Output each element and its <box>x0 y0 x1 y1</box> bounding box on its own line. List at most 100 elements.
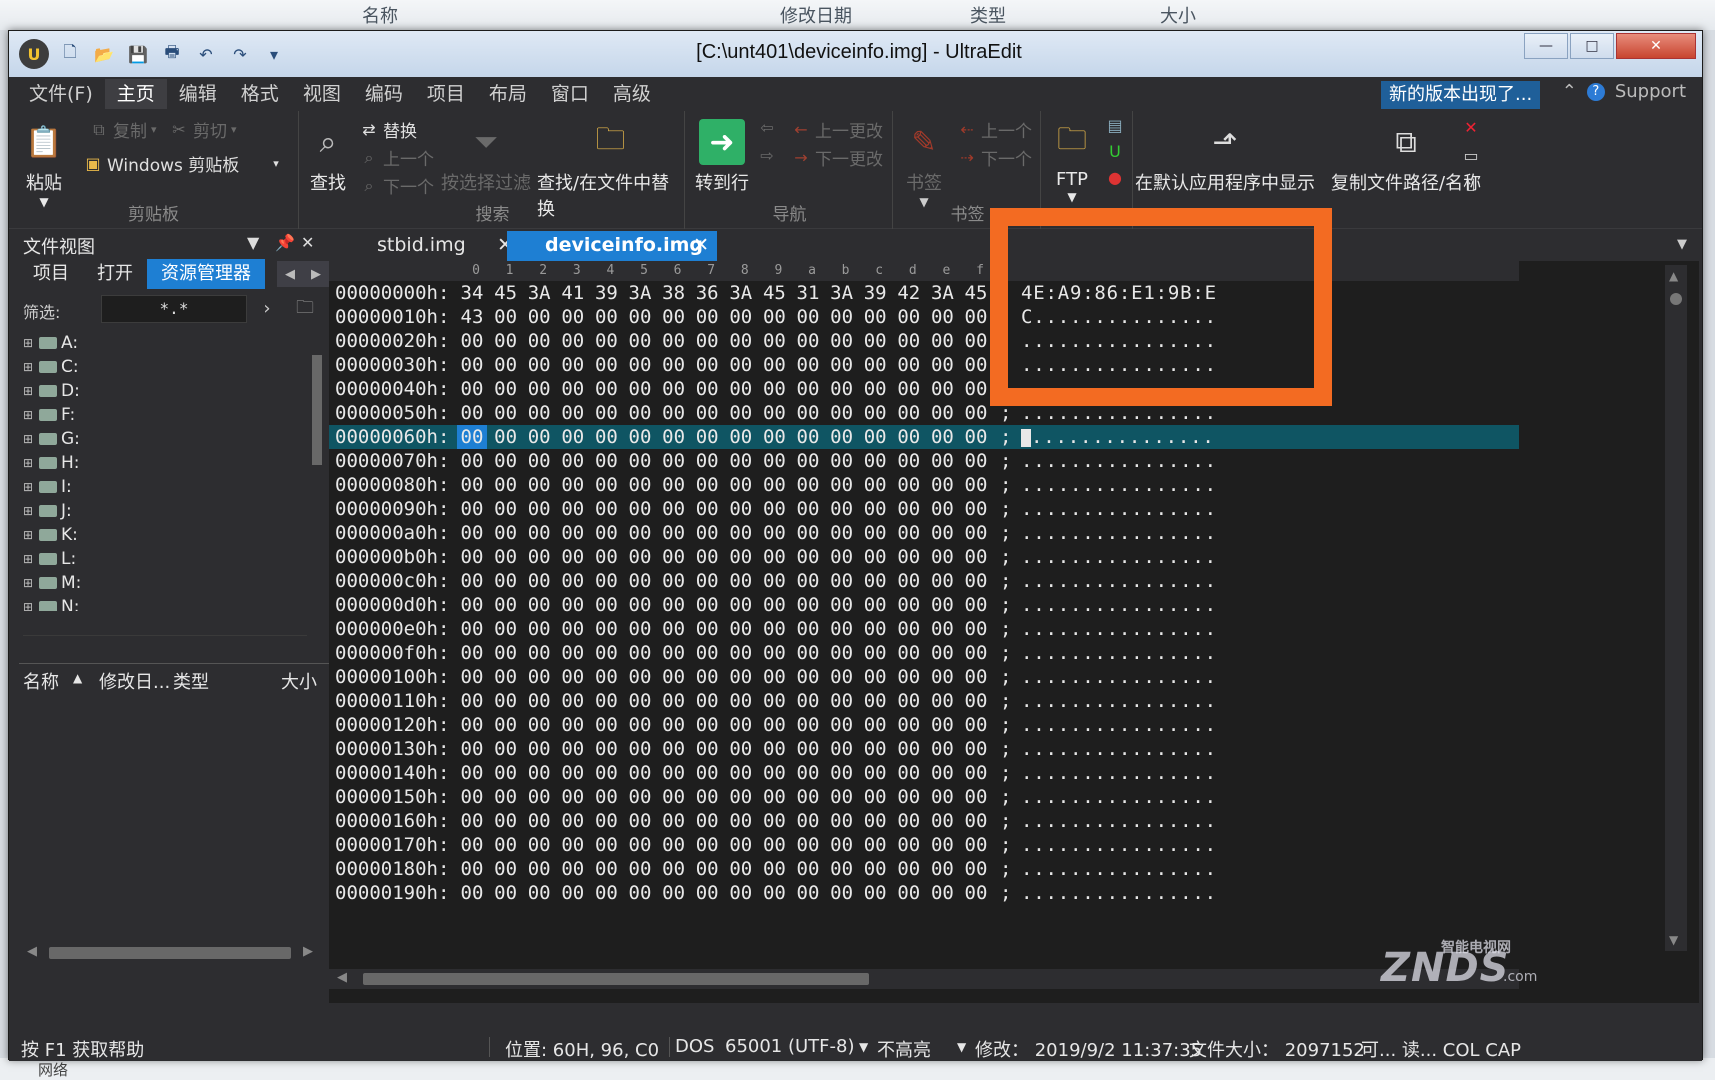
hex-byte[interactable]: 00 <box>860 761 890 785</box>
hex-byte[interactable]: 00 <box>591 473 621 497</box>
hex-row[interactable]: 00000180h: 00 00 00 00 00 00 00 00 00 00 00 00 00 00 00… <box>329 857 1519 881</box>
hex-byte[interactable]: 00 <box>726 641 756 665</box>
hex-byte[interactable]: 00 <box>491 377 521 401</box>
hex-ascii[interactable]: 4E:A9:86:E1:9B:E <box>1021 281 1217 305</box>
hex-ascii[interactable]: ................ <box>1021 569 1217 593</box>
hex-byte[interactable]: 00 <box>625 449 655 473</box>
collapse-ribbon-icon[interactable]: ⌃ <box>1562 81 1577 102</box>
expand-icon[interactable]: ⊞ <box>23 576 35 590</box>
hex-byte[interactable]: 00 <box>827 449 857 473</box>
hex-byte[interactable]: 00 <box>759 617 789 641</box>
print-icon[interactable]: 🖶 <box>159 41 185 67</box>
hex-byte[interactable]: 00 <box>659 689 689 713</box>
hex-row[interactable]: 00000000h: 34 45 3A 41 39 3A 38 36 3A 45 31 3A 39 42 3A… <box>329 281 1519 305</box>
hex-byte[interactable]: 00 <box>793 449 823 473</box>
hex-byte[interactable]: 00 <box>961 713 991 737</box>
tab-open[interactable]: 打开 <box>83 259 147 289</box>
hex-byte[interactable]: 00 <box>827 569 857 593</box>
hex-byte[interactable]: 00 <box>524 521 554 545</box>
hex-byte[interactable]: 00 <box>726 497 756 521</box>
hex-byte[interactable]: 00 <box>491 425 521 449</box>
hex-ascii[interactable]: ................ <box>1021 401 1217 425</box>
hex-row[interactable]: 000000b0h: 00 00 00 00 00 00 00 00 00 00 00 00 00 00 00… <box>329 545 1519 569</box>
hex-ascii[interactable]: ................ <box>1021 545 1217 569</box>
hex-byte[interactable]: 00 <box>659 449 689 473</box>
hex-ascii[interactable]: ................ <box>1021 737 1217 761</box>
drive-item[interactable]: ⊞ H: <box>19 451 309 475</box>
menu-layout[interactable]: 布局 <box>477 79 539 109</box>
next-bookmark-button[interactable]: ⇢ 下一个 <box>957 145 1032 170</box>
hex-byte[interactable]: 00 <box>726 689 756 713</box>
hex-byte[interactable]: 00 <box>491 449 521 473</box>
hex-byte[interactable]: 00 <box>524 353 554 377</box>
hex-byte[interactable]: 00 <box>625 809 655 833</box>
hex-byte[interactable]: 00 <box>793 473 823 497</box>
hex-byte[interactable]: 00 <box>692 737 722 761</box>
hex-byte[interactable]: 00 <box>827 785 857 809</box>
status-line-ending[interactable]: DOS <box>675 1036 714 1057</box>
hex-byte[interactable]: 00 <box>894 401 924 425</box>
hex-byte[interactable]: 00 <box>961 617 991 641</box>
hex-row[interactable]: 00000130h: 00 00 00 00 00 00 00 00 00 00 00 00 00 00 00… <box>329 737 1519 761</box>
hex-byte[interactable]: 00 <box>491 593 521 617</box>
redo-icon[interactable]: ↷ <box>227 41 253 67</box>
hex-byte[interactable]: 00 <box>793 761 823 785</box>
hex-byte[interactable]: 00 <box>860 641 890 665</box>
hex-byte[interactable]: 00 <box>961 593 991 617</box>
hex-byte[interactable]: 00 <box>457 785 487 809</box>
hex-byte[interactable]: 00 <box>524 809 554 833</box>
hex-row[interactable]: 00000030h: 00 00 00 00 00 00 00 00 00 00 00 00 00 00 00… <box>329 353 1519 377</box>
hex-byte[interactable]: 00 <box>591 689 621 713</box>
hex-byte[interactable]: 41 <box>558 281 588 305</box>
drive-item[interactable]: ⊞ C: <box>19 355 309 379</box>
hex-byte[interactable]: 00 <box>759 569 789 593</box>
hex-byte[interactable]: 00 <box>524 833 554 857</box>
hex-byte[interactable]: 00 <box>659 305 689 329</box>
hex-byte[interactable]: 00 <box>860 305 890 329</box>
hex-byte[interactable]: 00 <box>759 329 789 353</box>
hex-byte[interactable]: 00 <box>491 641 521 665</box>
hex-byte[interactable]: 00 <box>625 353 655 377</box>
hex-byte[interactable]: 00 <box>860 545 890 569</box>
save-icon[interactable]: 💾 <box>125 41 151 67</box>
hex-byte[interactable]: 00 <box>827 857 857 881</box>
hex-byte[interactable]: 00 <box>759 737 789 761</box>
hex-byte[interactable]: 00 <box>894 737 924 761</box>
hex-byte[interactable]: 00 <box>591 545 621 569</box>
hex-byte[interactable]: 00 <box>591 857 621 881</box>
hex-byte[interactable]: 00 <box>524 497 554 521</box>
pin-icon[interactable]: 📌 <box>275 233 295 252</box>
hex-byte[interactable]: 00 <box>961 665 991 689</box>
hex-byte[interactable]: 00 <box>827 353 857 377</box>
hex-byte[interactable]: 00 <box>491 857 521 881</box>
hex-byte[interactable]: 31 <box>793 281 823 305</box>
hex-byte[interactable]: 00 <box>827 713 857 737</box>
hex-ascii[interactable]: ................ <box>1021 713 1217 737</box>
hex-byte[interactable]: 00 <box>491 569 521 593</box>
hex-byte[interactable]: 00 <box>827 377 857 401</box>
drive-item[interactable]: ⊞ J: <box>19 499 309 523</box>
copy-file-path-button[interactable]: ⧉ 复制文件路径/名称 <box>1331 119 1481 195</box>
hex-byte[interactable]: 00 <box>591 641 621 665</box>
new-file-icon[interactable]: 🗋 <box>57 41 83 67</box>
menu-advanced[interactable]: 高级 <box>601 79 663 109</box>
expand-icon[interactable]: ⊞ <box>23 408 35 422</box>
hex-byte[interactable]: 00 <box>625 473 655 497</box>
tab-prev-icon[interactable]: ◀ <box>285 267 295 282</box>
hex-byte[interactable]: 00 <box>894 761 924 785</box>
app-logo-icon[interactable]: U <box>19 39 49 69</box>
hex-byte[interactable]: 39 <box>591 281 621 305</box>
hex-byte[interactable]: 00 <box>927 521 957 545</box>
help-icon[interactable]: ? <box>1586 82 1605 101</box>
hex-byte[interactable]: 00 <box>827 809 857 833</box>
hex-byte[interactable]: 00 <box>894 617 924 641</box>
hex-byte[interactable]: 00 <box>692 593 722 617</box>
replace-button[interactable]: ⇄ 替换 <box>359 117 417 142</box>
hex-byte[interactable]: 00 <box>457 545 487 569</box>
hex-byte[interactable]: 00 <box>894 833 924 857</box>
hex-byte[interactable]: 00 <box>558 521 588 545</box>
hex-byte[interactable]: 00 <box>894 497 924 521</box>
hex-byte[interactable]: 00 <box>558 449 588 473</box>
hex-byte[interactable]: 00 <box>927 377 957 401</box>
hex-byte[interactable]: 00 <box>625 641 655 665</box>
